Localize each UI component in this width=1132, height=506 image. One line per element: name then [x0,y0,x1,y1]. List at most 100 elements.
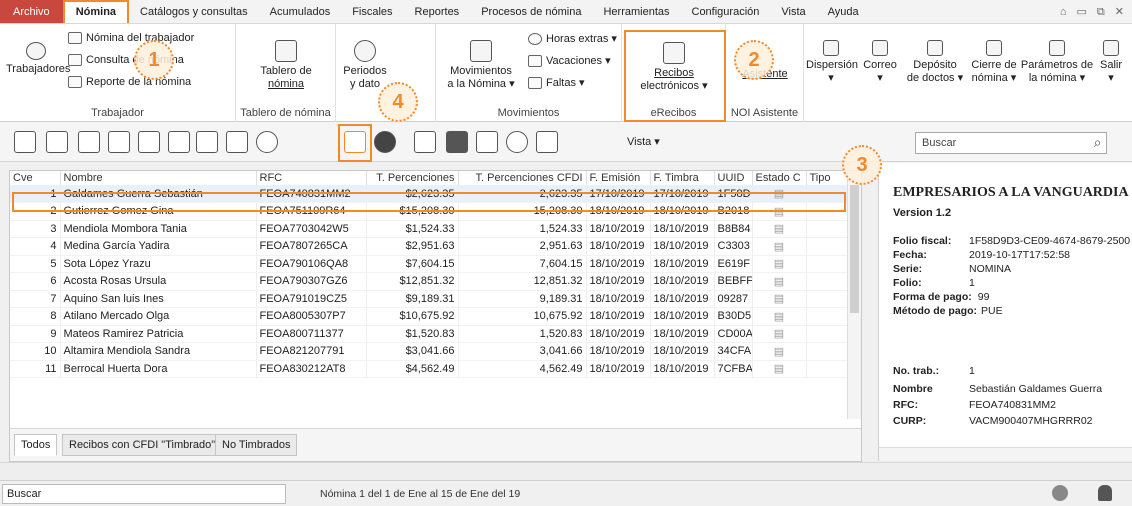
table-row[interactable]: 7 Aquino San luis Ines FEOA791019CZ5 $9,189… [10,290,849,308]
col-tipo[interactable]: Tipo [806,171,849,185]
table-cell: 18/10/2019 [586,360,651,378]
col-rfc[interactable]: RFC [256,171,367,185]
qr-grid-icon[interactable] [78,131,100,153]
money-doc-icon[interactable] [226,131,248,153]
preview-forma-pago: Forma de pago: 99 [893,291,989,303]
menu-herramientas[interactable]: Herramientas [592,0,680,23]
export-icon[interactable] [476,131,498,153]
table-row[interactable]: 4 Medina García Yadira FEOA7807265CA $2,951… [10,237,849,256]
close-icon[interactable]: ✕ [1115,0,1124,23]
qr-icon[interactable] [14,131,36,153]
col-timbra[interactable]: F. Timbra [650,171,715,185]
search-doc-icon[interactable] [196,131,218,153]
deposito-doctos-button[interactable]: Depósito de doctos ▾ [904,40,966,85]
grid-vertical-scrollbar[interactable] [847,171,861,419]
cash-icon[interactable] [414,131,436,153]
preview-folio: Folio: 1 [893,277,975,289]
help-icon[interactable] [506,131,528,153]
table-cell: FEOA7807265CA [256,237,367,256]
vacaciones-button[interactable]: Vacaciones ▾ [528,54,611,67]
document-arrow-icon[interactable] [138,131,160,153]
parametros-nomina-button[interactable]: Parámetros de la nómina ▾ [1020,40,1094,85]
table-cell: FEOA800711377 [256,325,367,343]
group-label-movimientos: Movimientos [497,107,560,119]
menu-configuracion[interactable]: Configuración [681,0,771,23]
maximize-icon[interactable]: ⧉ [1097,0,1105,23]
table-cell: 2,951.63 [458,237,587,256]
menu-acumulados[interactable]: Acumulados [259,0,342,23]
table-row[interactable]: 3 Mendiola Mombora Tania FEOA7703042W5 $1,5… [10,220,849,238]
gear-money-icon[interactable] [256,131,278,153]
cierre-nomina-button[interactable]: Cierre de nómina ▾ [968,40,1020,85]
col-percepciones[interactable]: T. Percenciones [366,171,459,185]
menu-archivo[interactable]: Archivo [0,0,63,23]
palm-tree-icon [528,54,542,67]
selected-row-highlight [12,192,846,212]
horas-extras-button[interactable]: Horas extras ▾ [528,32,617,45]
menu-ayuda[interactable]: Ayuda [817,0,870,23]
menu-nomina[interactable]: Nómina [62,0,130,23]
preview-horizontal-scrollbar[interactable] [879,447,1132,461]
correo-button[interactable]: Correo ▾ [860,40,900,85]
checkbox-icon[interactable] [108,131,130,153]
movimientos-button[interactable]: Movimientos a la Nómina ▾ [444,40,518,91]
table-cell [806,360,849,378]
correo-label: Correo [863,59,897,71]
periodos-label-1: Periodos [343,65,387,77]
dispersion-button[interactable]: Dispersión ▾ [806,40,858,85]
menu-fiscales[interactable]: Fiscales [341,0,403,23]
trabajadores-button[interactable]: Trabajadores [6,42,70,76]
col-nombre[interactable]: Nombre [60,171,257,185]
exit-door-icon[interactable] [536,131,558,153]
preview-nombre: Nombre Sebastián Galdames Guerra [893,383,1102,395]
menu-catalogos[interactable]: Catálogos y consultas [129,0,259,23]
table-row[interactable]: 9 Mateos Ramirez Patricia FEOA800711377 $1,… [10,325,849,343]
table-row[interactable]: 8 Atilano Mercado Olga FEOA8005307P7 $10,67… [10,307,849,326]
printer-icon[interactable] [446,131,468,153]
tab-todos[interactable]: Todos [14,434,58,456]
scroll-thumb[interactable] [850,185,859,313]
deposito-label-1: Depósito [913,59,957,71]
calculator-icon[interactable] [46,131,68,153]
table-row[interactable]: 6 Acosta Rosas Ursula FEOA790307GZ6 $12,851… [10,272,849,291]
periodos-button[interactable]: Periodos y dato [342,40,388,91]
table-row[interactable]: 10 Altamira Mendiola Sandra FEOA821207791 $… [10,342,849,361]
table-cell: FEOA790106QA8 [256,255,367,273]
col-uuid[interactable]: UUID [714,171,753,185]
menu-procesos[interactable]: Procesos de nómina [470,0,592,23]
vista-dropdown[interactable]: Vista ▾ [627,135,660,148]
search-input[interactable]: Buscar [915,132,1107,154]
reporte-nomina-button[interactable]: Reporte de la nómina [68,76,191,88]
envelope-icon[interactable] [168,131,190,153]
menu-reportes[interactable]: Reportes [404,0,471,23]
tab-no-timbrados[interactable]: No Timbrados [215,434,298,456]
bottom-search-input[interactable]: Buscar [2,484,286,504]
circles-icon[interactable] [374,131,396,153]
col-emision[interactable]: F. Emisión [586,171,651,185]
bell-icon[interactable] [1098,485,1112,501]
group-label-trabajador: Trabajador [91,107,144,119]
user-icon[interactable] [1052,485,1068,501]
restore-icon[interactable]: ⌂ [1060,0,1067,23]
table-cell [806,307,849,326]
movement-icon [470,40,492,62]
salir-button[interactable]: Salir ▾ [1094,40,1128,85]
col-percepciones-cfdi[interactable]: T. Percenciones CFDI [458,171,587,185]
menu-vista[interactable]: Vista [770,0,816,23]
table-cell: 7CFBA [714,360,753,378]
table-cell [806,272,849,291]
field-value: 1 [969,365,975,377]
field-key: Método de pago: [893,305,977,317]
col-cve[interactable]: Cve [10,171,61,185]
table-cell: FEOA830212AT8 [256,360,367,378]
tablero-nomina-button[interactable]: Tablero de nómina [250,40,322,91]
faltas-button[interactable]: Faltas ▾ [528,76,585,89]
minimize-icon[interactable]: ▭ [1077,0,1087,23]
nomina-trabajador-button[interactable]: Nómina del trabajador [68,32,194,44]
table-row[interactable]: 11 Berrocal Huerta Dora FEOA830212AT8 $4,56… [10,360,849,378]
table-row[interactable]: 5 Sota López Yrazu FEOA790106QA8 $7,604.15 7… [10,255,849,273]
col-estado[interactable]: Estado C [752,171,807,185]
callout-1: 1 [134,40,174,80]
tab-timbrado[interactable]: Recibos con CFDI "Timbrado" [62,434,223,456]
search-icon[interactable]: ⌕ [1088,132,1107,154]
